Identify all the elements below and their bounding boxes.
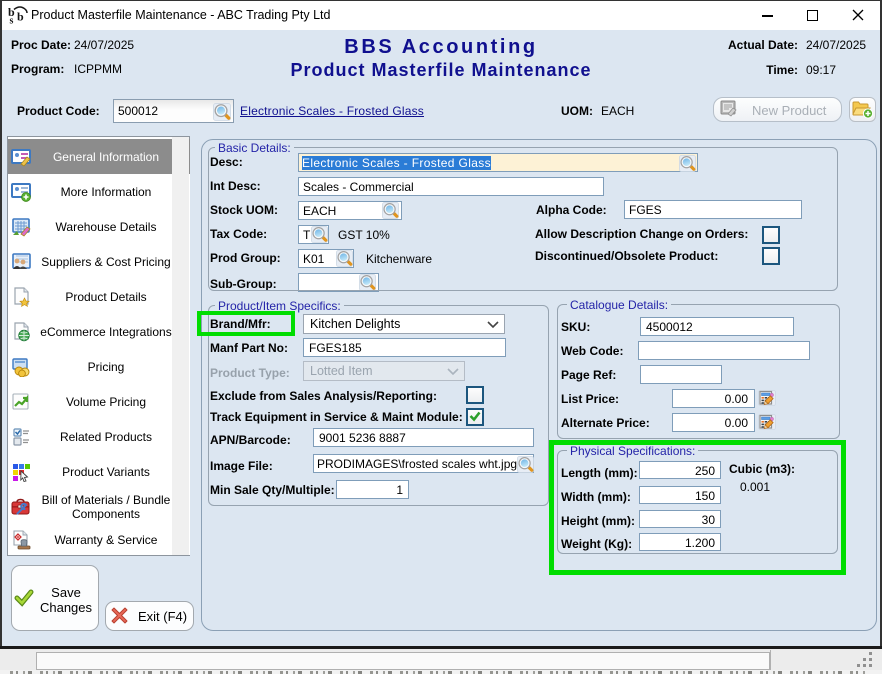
- svg-text:b: b: [17, 10, 24, 24]
- svg-text:s: s: [10, 16, 14, 26]
